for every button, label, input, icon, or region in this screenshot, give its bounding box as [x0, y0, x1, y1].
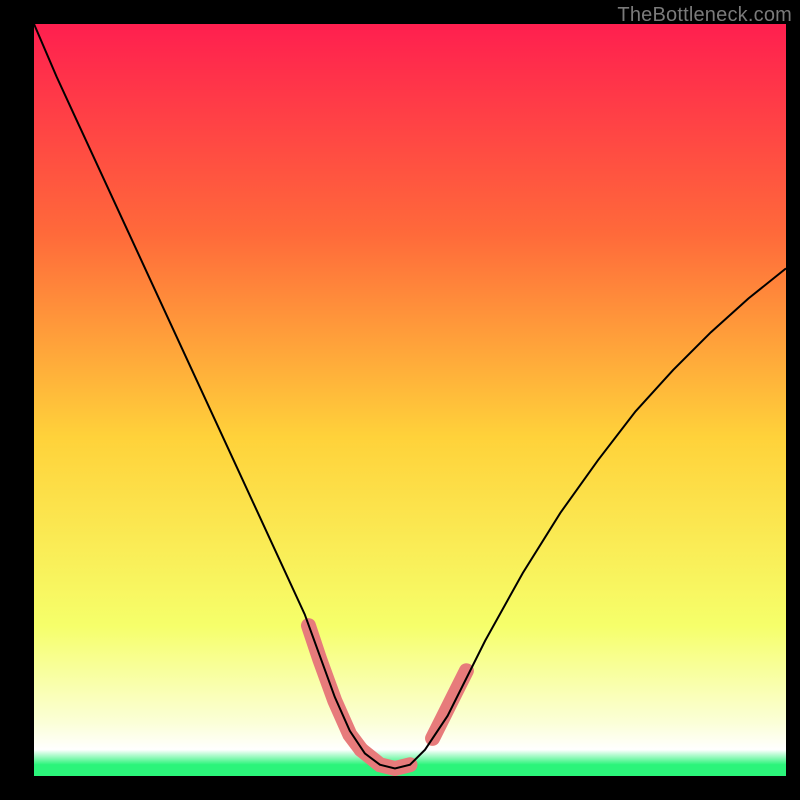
- chart-frame: [34, 24, 786, 776]
- chart-plot-area: [34, 24, 786, 776]
- watermark-text: TheBottleneck.com: [617, 4, 792, 27]
- bottleneck-curve: [34, 24, 786, 768]
- highlight-right-segment: [433, 671, 467, 739]
- curve-layer: [34, 24, 786, 776]
